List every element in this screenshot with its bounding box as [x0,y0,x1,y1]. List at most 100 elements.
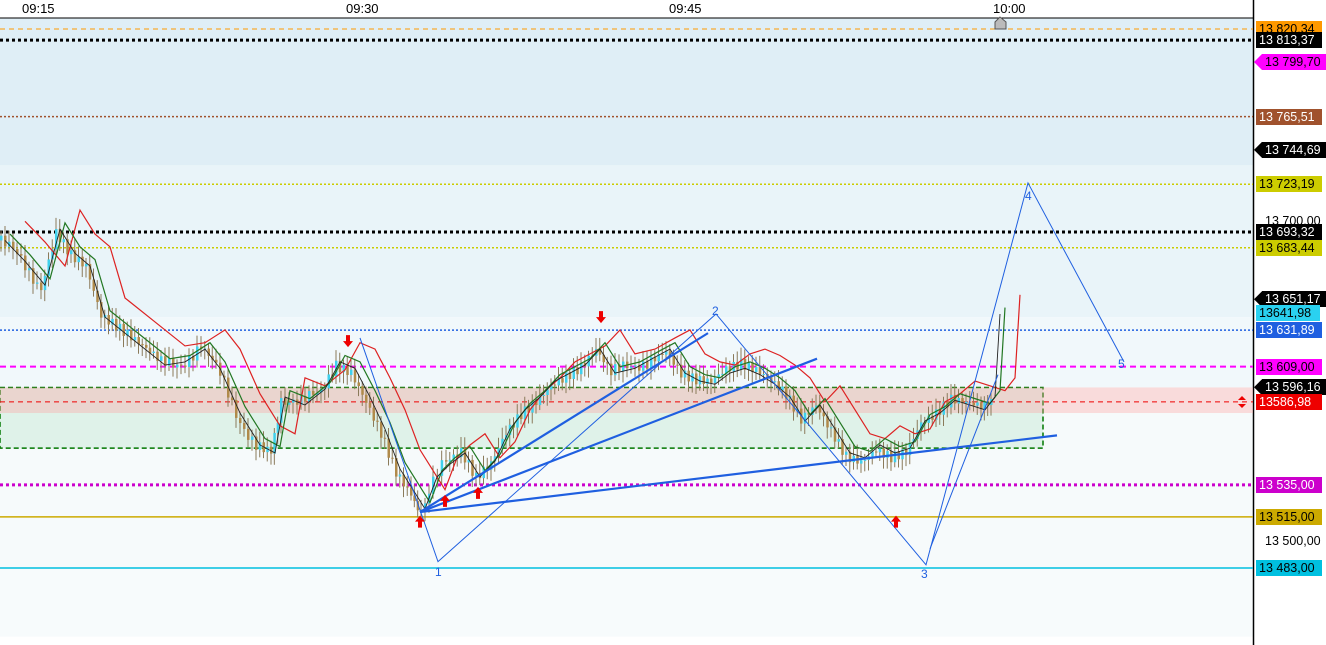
time-tick-0945: 09:45 [669,1,702,16]
candle-body [40,282,43,291]
time-tick-1000: 10:00 [993,1,1026,16]
candle-body [122,323,125,336]
candle-body [357,382,360,387]
background-band-1 [0,165,1253,318]
candle-body [239,417,242,424]
candle-body [878,448,882,453]
candle-body [553,384,557,386]
price-tag-7: 13 683,44 [1256,239,1322,256]
candle-body [368,402,372,408]
candle-body [145,344,148,348]
candle-body [361,386,364,395]
candle-body [62,239,65,243]
candle-body [580,362,583,375]
candle-body [372,407,375,421]
candle-body [976,402,979,406]
candle-body [353,369,357,383]
background-band-4 [0,568,1253,637]
candle-body [676,364,679,366]
candle-body [630,366,633,369]
candle-body [762,374,765,376]
candle-body [702,376,705,384]
candle-body [661,353,664,355]
candle-body [115,318,118,331]
candle-body [0,235,3,241]
candle-body [251,436,254,440]
candle-body [85,263,88,267]
candle-body [176,364,179,368]
candle-body [28,268,31,271]
price-tag-14: 13 515,00 [1256,508,1322,525]
candle-body [471,459,474,476]
price-tag-15: 13 483,00 [1256,560,1322,576]
candle-body [376,420,379,422]
price-tag-13: 13 535,00 [1256,476,1322,493]
price-tag-1: 13 813,37 [1256,32,1322,49]
candle-body [350,369,353,375]
candle-body [890,451,893,463]
price-tag-3: 13 765,51 [1256,108,1322,125]
candle-body [747,362,750,370]
candle-body [188,356,191,367]
candle-body [141,344,144,346]
price-tag-11: 13 596,16 [1262,379,1326,396]
time-axis-strip [0,0,1253,18]
candle-body [863,459,867,461]
candle-body [542,395,545,397]
candle-body [184,365,187,367]
candle-body [406,486,409,488]
price-tag-4: 13 744,69 [1262,141,1326,158]
candle-body [837,439,840,442]
candle-body [614,364,617,376]
candle-body [247,428,250,440]
candle-body [875,451,878,453]
candle-body [445,460,448,462]
candle-body [20,254,23,256]
candle-body [152,351,155,353]
candle-body [36,282,39,284]
wave-label-3: 3 [921,567,928,581]
candle-body [755,367,758,373]
price-tag-2: 13 799,70 [1262,53,1326,70]
chart-canvas[interactable] [0,0,1326,645]
candle-body [398,474,402,477]
price-tag-5: 13 723,19 [1256,176,1322,193]
candle-body [365,394,368,403]
current-price-tag: 13641,98 [1256,305,1320,321]
price-tag-12: 13586,98 [1256,393,1322,410]
chart-root: 09:15 09:30 09:45 10:00 13 700,00 13 500… [0,0,1326,645]
candle-body [391,457,394,459]
candle-body [713,377,717,383]
candle-body [172,358,175,368]
candle-body [773,381,777,383]
candle-body [243,423,246,429]
candle-body [380,421,383,438]
red-band [0,387,1253,414]
time-tick-0930: 09:30 [346,1,379,16]
wave-label-2: 2 [712,304,719,318]
candle-body [972,402,975,406]
candle-body [572,367,575,379]
price-tag-6: 13 693,32 [1256,223,1322,240]
candle-body [646,361,649,369]
candle-body [710,378,713,383]
candle-body [561,378,564,383]
price-tag-9: 13 631,89 [1256,322,1322,339]
wave-label-5: 5 [1118,357,1125,371]
candle-body [312,390,315,395]
price-tag-10: 13 609,00 [1256,358,1322,375]
candle-body [634,365,637,367]
candle-body [180,364,183,366]
candle-body [565,372,568,383]
candle-body [860,460,863,464]
candle-body [81,256,84,267]
wave-label-1: 1 [435,565,442,579]
candle-body [830,427,833,429]
candle-body [845,451,848,455]
candle-body [308,390,311,402]
candle-body [70,250,73,255]
price-tick-13500: 13 500,00 [1265,534,1321,548]
candle-body [160,356,163,361]
candle-body [383,437,387,439]
wave-label-4: 4 [1025,189,1032,203]
